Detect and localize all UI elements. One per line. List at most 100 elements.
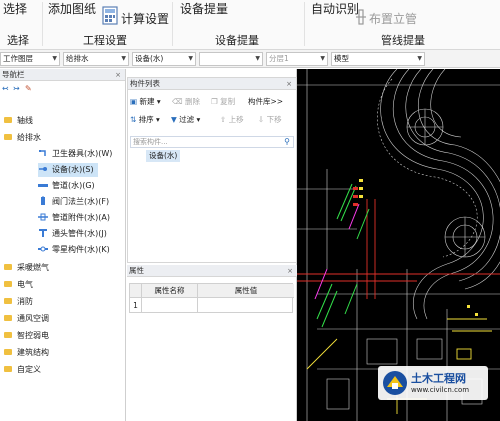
properties-panel: 属性 × 属性名称 属性值 1 (127, 265, 297, 421)
nav-item-heating[interactable]: 采暖燃气 (4, 261, 49, 275)
component-search-input[interactable]: 搜索构件... ⚲ (130, 136, 294, 148)
layer-combo[interactable]: 工作图层 ▼ (0, 52, 60, 66)
watermark-url: www.civilcn.com (411, 386, 470, 394)
move-up-button[interactable]: ⇧ 上移 (220, 113, 244, 127)
copy-icon: ❐ (211, 97, 221, 106)
nav-item-pipe[interactable]: 管道(水)(G) (38, 179, 95, 193)
property-name-cell[interactable] (142, 298, 198, 313)
ribbon-divider (172, 2, 173, 46)
nav-item-water[interactable]: 给排水 (4, 131, 41, 145)
nav-item-structure[interactable]: 建筑结构 (4, 346, 49, 360)
major-combo-value: 给排水 (66, 54, 89, 63)
close-icon[interactable]: × (287, 265, 293, 277)
filter-button[interactable]: ▼ 过滤 ▾ (171, 113, 200, 127)
group-device-extract-label: 设备提量 (215, 34, 259, 47)
library-label: 构件库>> (248, 97, 284, 106)
delete-button[interactable]: ⌫ 删除 (172, 95, 200, 109)
close-icon[interactable]: × (286, 78, 292, 90)
copy-button[interactable]: ❐ 复制 (211, 95, 235, 109)
select-button[interactable]: 选择 (3, 0, 27, 17)
component-library-button[interactable]: 构件库>> (248, 95, 283, 109)
group-pipeline-extract-label: 管线提量 (381, 34, 425, 47)
nav-item-device[interactable]: 设备(水)(S) (38, 163, 98, 177)
device-extract-button[interactable]: 设备提量 (180, 0, 228, 17)
move-down-button[interactable]: ⇩ 下移 (258, 113, 282, 127)
pipe-accessory-icon (38, 213, 48, 220)
device-combo[interactable]: 设备(水) ▼ (132, 52, 196, 66)
nav-item-misc[interactable]: 零星构件(水)(K) (38, 243, 110, 257)
property-value-cell[interactable] (198, 298, 294, 313)
folder-icon (4, 297, 12, 304)
civilcn-logo-icon (383, 371, 407, 395)
navigation-panel-header: 导航栏 × (0, 69, 125, 81)
collapse-icon[interactable]: ↢ (2, 84, 9, 93)
nav-item-label: 采暖燃气 (17, 263, 49, 272)
device-icon (39, 166, 47, 171)
nav-item-label: 管道(水)(G) (52, 181, 95, 190)
list-item[interactable]: 设备(水) (146, 150, 181, 162)
group-project-settings-label: 工程设置 (83, 34, 127, 47)
navigation-panel: 导航栏 × ↢ ↣ ✎ 轴线 给排水 卫生器具(水)(W) 设备(水)(S) 管… (0, 69, 126, 421)
pipe-icon (38, 183, 48, 187)
move-up-label: 上移 (228, 115, 244, 124)
auto-identify-button[interactable]: 自动识别 (311, 0, 359, 17)
close-icon[interactable]: × (115, 69, 121, 81)
nav-item-fitting[interactable]: 通头管件(水)(J) (38, 227, 107, 241)
combo-toolbar: 工作图层 ▼ 给排水 ▼ 设备(水) ▼ ▼ 分层1 ▼ 模型 ▼ (0, 50, 500, 68)
property-name-header: 属性名称 (142, 284, 198, 298)
folder-icon (4, 314, 12, 321)
nav-item-label: 通头管件(水)(J) (52, 229, 107, 238)
valve-icon (41, 195, 45, 205)
navigation-panel-title: 导航栏 (2, 70, 25, 79)
properties-header: 属性 × (127, 265, 297, 277)
nav-item-sanitary[interactable]: 卫生器具(水)(W) (38, 147, 112, 161)
properties-title: 属性 (129, 266, 144, 275)
edit-icon[interactable]: ✎ (25, 84, 32, 93)
watermark: 土木工程网 www.civilcn.com (378, 366, 488, 400)
folder-icon (4, 280, 12, 287)
nav-item-axis[interactable]: 轴线 (4, 114, 33, 128)
folder-icon (4, 263, 12, 270)
nav-item-hvac[interactable]: 通风空调 (4, 312, 49, 326)
model-combo-value: 模型 (334, 54, 349, 63)
sort-button[interactable]: ⇅ 排序 ▾ (130, 113, 160, 127)
copy-label: 复制 (220, 97, 236, 106)
model-combo[interactable]: 模型 ▼ (331, 52, 425, 66)
calc-settings-icon (102, 6, 118, 25)
row-index-header (130, 284, 142, 298)
sort-icon: ⇅ (130, 115, 139, 124)
ribbon: 选择 添加图纸 计算设置 设备提量 自动识别 布置立管 选择 工程设置 设备提量… (0, 0, 500, 50)
nav-item-low-voltage[interactable]: 智控弱电 (4, 329, 49, 343)
new-component-button[interactable]: ▣ 新建 ▾ (130, 95, 161, 109)
search-placeholder: 搜索构件... (133, 138, 168, 146)
add-drawing-button[interactable]: 添加图纸 (48, 0, 96, 17)
nav-item-label: 轴线 (17, 116, 33, 125)
watermark-title: 土木工程网 (411, 372, 466, 385)
major-combo[interactable]: 给排水 ▼ (63, 52, 129, 66)
nav-item-valve[interactable]: 阀门法兰(水)(F) (38, 195, 109, 209)
place-riser-button[interactable]: 布置立管 (369, 10, 417, 27)
nav-item-fire[interactable]: 消防 (4, 295, 33, 309)
folder-icon (4, 133, 12, 140)
nav-item-electrical[interactable]: 电气 (4, 278, 33, 292)
expand-icon[interactable]: ↣ (13, 84, 20, 93)
nav-item-custom[interactable]: 自定义 (4, 363, 41, 377)
nav-item-pipe-accessory[interactable]: 管道附件(水)(A) (38, 211, 110, 225)
component-list-panel: 构件列表 × ▣ 新建 ▾ ⌫ 删除 ❐ 复制 构件库>> ⇅ 排序 ▾ ▼ 过… (127, 77, 297, 263)
misc-component-icon (38, 246, 48, 251)
floor-combo[interactable]: 分层1 ▼ (266, 52, 328, 66)
riser-pipe-icon (356, 9, 366, 25)
chevron-down-icon: ▼ (188, 55, 193, 62)
row-index: 1 (130, 298, 142, 313)
delete-label: 删除 (185, 97, 200, 106)
chevron-down-icon: ▼ (255, 55, 260, 62)
property-value-header: 属性值 (198, 284, 294, 298)
search-icon[interactable]: ⚲ (284, 137, 290, 147)
empty-combo[interactable]: ▼ (199, 52, 263, 66)
calc-settings-button[interactable]: 计算设置 (121, 10, 169, 27)
chevron-down-icon: ▼ (417, 55, 422, 62)
folder-icon (4, 348, 12, 355)
nav-item-label: 智控弱电 (17, 331, 49, 340)
filter-label: 过滤 (179, 115, 195, 124)
group-select-label: 选择 (7, 34, 29, 47)
